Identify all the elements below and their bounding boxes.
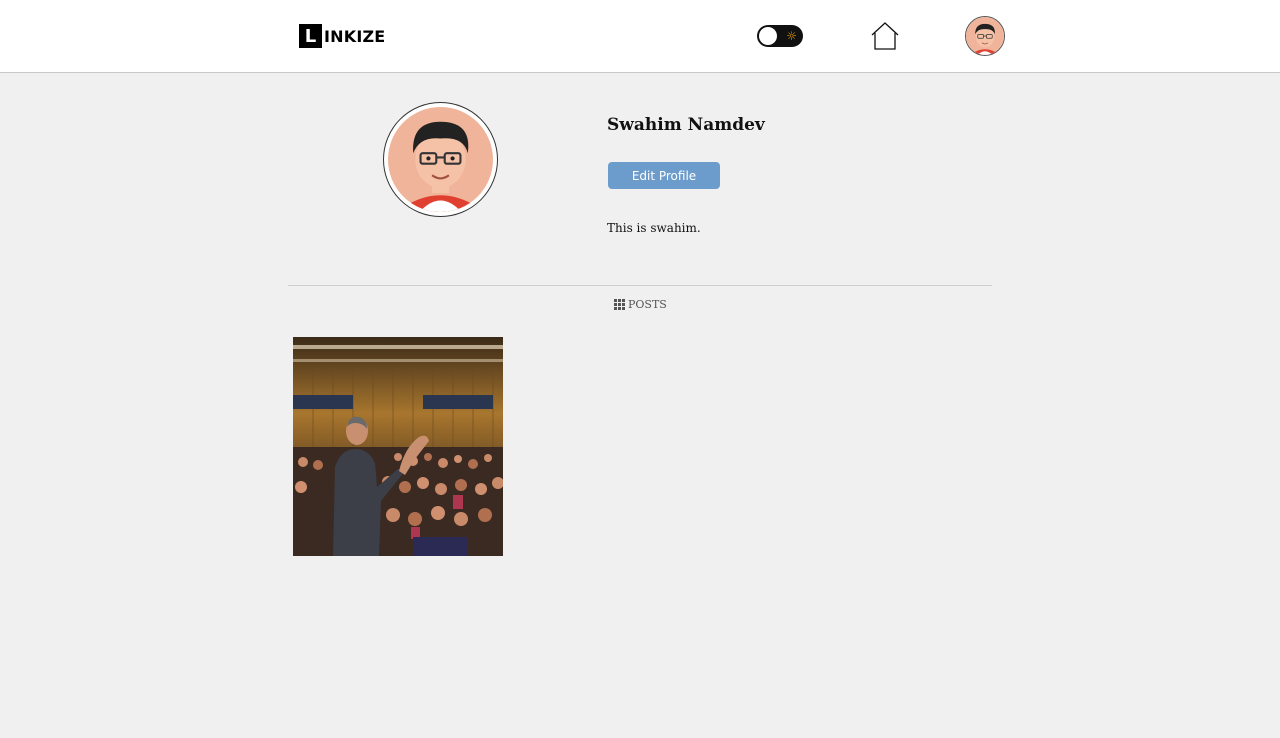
home-icon[interactable] [870,21,900,51]
toggle-knob [759,27,777,45]
avatar[interactable] [965,16,1005,56]
logo-text: INKIZE [324,26,386,46]
logo[interactable]: L INKIZE [299,24,385,48]
navbar: L INKIZE ☼ [0,0,1280,73]
theme-toggle[interactable]: ☼ [757,25,803,47]
speaker-audience-photo [293,337,503,556]
profile-picture [383,102,498,217]
tab-posts-label: POSTS [628,297,667,311]
edit-profile-button[interactable]: Edit Profile [608,162,720,189]
profile-bio: This is swahim. [607,221,701,235]
grid-icon [614,298,625,310]
sun-icon: ☼ [786,29,797,43]
divider [288,285,992,286]
tab-posts[interactable]: POSTS [614,297,667,311]
logo-letter: L [299,24,322,48]
profile-name: Swahim Namdev [607,115,765,135]
post-thumbnail[interactable] [293,337,503,556]
